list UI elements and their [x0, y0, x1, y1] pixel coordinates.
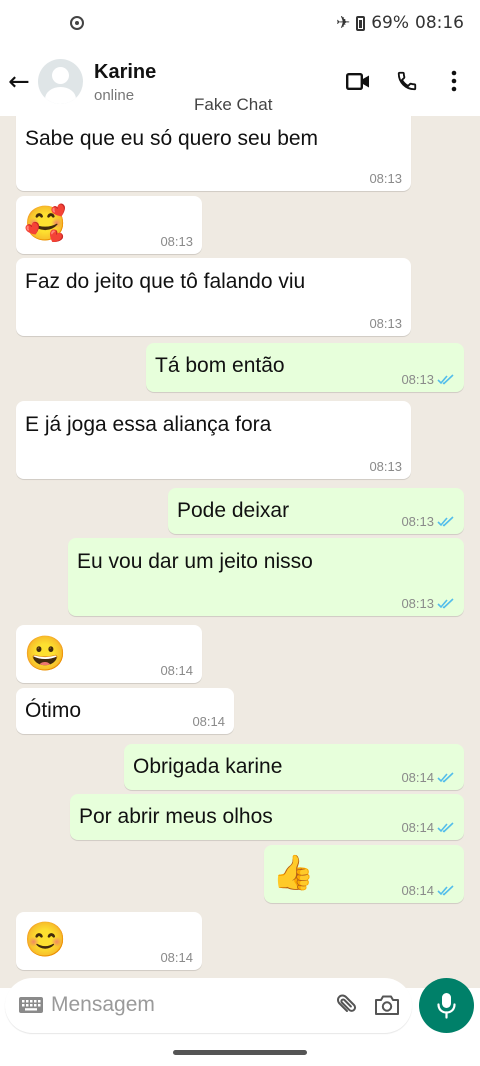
message-time: 08:14	[192, 714, 225, 729]
read-receipt-icon	[437, 885, 454, 896]
message-text: Obrigada karine	[133, 755, 283, 778]
message-text: Eu vou dar um jeito nisso	[77, 550, 313, 573]
message-outgoing[interactable]: Eu vou dar um jeito nisso 08:13	[68, 538, 464, 616]
avatar[interactable]	[38, 59, 83, 104]
read-receipt-icon	[437, 516, 454, 527]
microphone-icon	[437, 993, 456, 1019]
message-time: 08:13	[369, 171, 402, 186]
message-text: Ótimo	[25, 699, 82, 722]
navigation-bar	[0, 1040, 480, 1066]
message-outgoing[interactable]: 👍 08:14	[264, 845, 464, 903]
message-text: Faz do jeito que tô falando viu	[25, 270, 306, 293]
message-composer	[5, 978, 412, 1033]
message-outgoing[interactable]: Pode deixar 08:13	[168, 488, 464, 534]
emoji-grinning: 😀	[24, 635, 67, 673]
message-input[interactable]	[51, 988, 301, 1022]
message-text: Tá bom então	[155, 354, 285, 377]
camera-indicator-icon	[70, 16, 84, 30]
message-incoming[interactable]: Ótimo 08:14	[16, 688, 234, 734]
contact-status: online	[94, 87, 135, 104]
message-time: 08:14	[160, 950, 193, 965]
keyboard-icon[interactable]	[19, 997, 43, 1013]
contact-name[interactable]: Karine	[94, 61, 156, 84]
battery-icon	[356, 15, 366, 31]
status-bar: ✈ 69% 08:16	[0, 0, 480, 50]
message-incoming[interactable]: Sabe que eu só quero seu bem 08:13	[16, 116, 411, 191]
message-incoming[interactable]: 😀 08:14	[16, 625, 202, 683]
emoji-smiling: 😊	[24, 921, 67, 959]
message-outgoing[interactable]: Obrigada karine 08:14	[124, 744, 464, 790]
home-indicator[interactable]	[173, 1050, 307, 1055]
app-watermark: Fake Chat	[194, 95, 273, 114]
emoji-thumbs-up: 👍	[272, 854, 315, 892]
read-receipt-icon	[437, 598, 454, 609]
voice-call-icon[interactable]	[396, 70, 418, 92]
message-incoming[interactable]: 😊 08:14	[16, 912, 202, 970]
message-time: 08:13	[160, 234, 193, 249]
read-receipt-icon	[437, 374, 454, 385]
message-time: 08:14	[160, 663, 193, 678]
back-arrow-icon[interactable]: ←	[8, 68, 30, 96]
message-time: 08:13	[401, 596, 455, 611]
read-receipt-icon	[437, 822, 454, 833]
message-time: 08:14	[401, 770, 455, 785]
video-call-icon[interactable]	[346, 73, 370, 90]
message-incoming[interactable]: E já joga essa aliança fora 08:13	[16, 401, 411, 479]
chat-header: ← Karine online Fake Chat	[0, 50, 480, 116]
message-text: Por abrir meus olhos	[79, 805, 273, 828]
message-outgoing[interactable]: Tá bom então 08:13	[146, 343, 464, 392]
message-text: E já joga essa aliança fora	[25, 413, 272, 436]
message-time: 08:14	[401, 820, 455, 835]
message-incoming[interactable]: Faz do jeito que tô falando viu 08:13	[16, 258, 411, 336]
message-text: Pode deixar	[177, 499, 290, 522]
message-time: 08:13	[401, 514, 455, 529]
message-time: 08:14	[401, 883, 455, 898]
message-text: Sabe que eu só quero seu bem	[25, 127, 319, 150]
message-time: 08:13	[369, 316, 402, 331]
clock: 08:16	[415, 13, 464, 33]
camera-icon[interactable]	[374, 994, 400, 1016]
emoji-smiling-hearts: 🥰	[24, 205, 67, 243]
message-list[interactable]: Sabe que eu só quero seu bem 08:13 🥰 08:…	[0, 116, 480, 988]
more-options-icon[interactable]	[446, 70, 462, 92]
message-time: 08:13	[369, 459, 402, 474]
message-incoming[interactable]: 🥰 08:13	[16, 196, 202, 254]
message-outgoing[interactable]: Por abrir meus olhos 08:14	[70, 794, 464, 840]
voice-message-button[interactable]	[419, 978, 474, 1033]
status-indicators: ✈ 69% 08:16	[336, 13, 464, 33]
message-time: 08:13	[401, 372, 455, 387]
attach-icon[interactable]	[332, 992, 358, 1018]
read-receipt-icon	[437, 772, 454, 783]
airplane-mode-icon: ✈	[335, 13, 351, 33]
battery-level: 69%	[371, 13, 409, 33]
